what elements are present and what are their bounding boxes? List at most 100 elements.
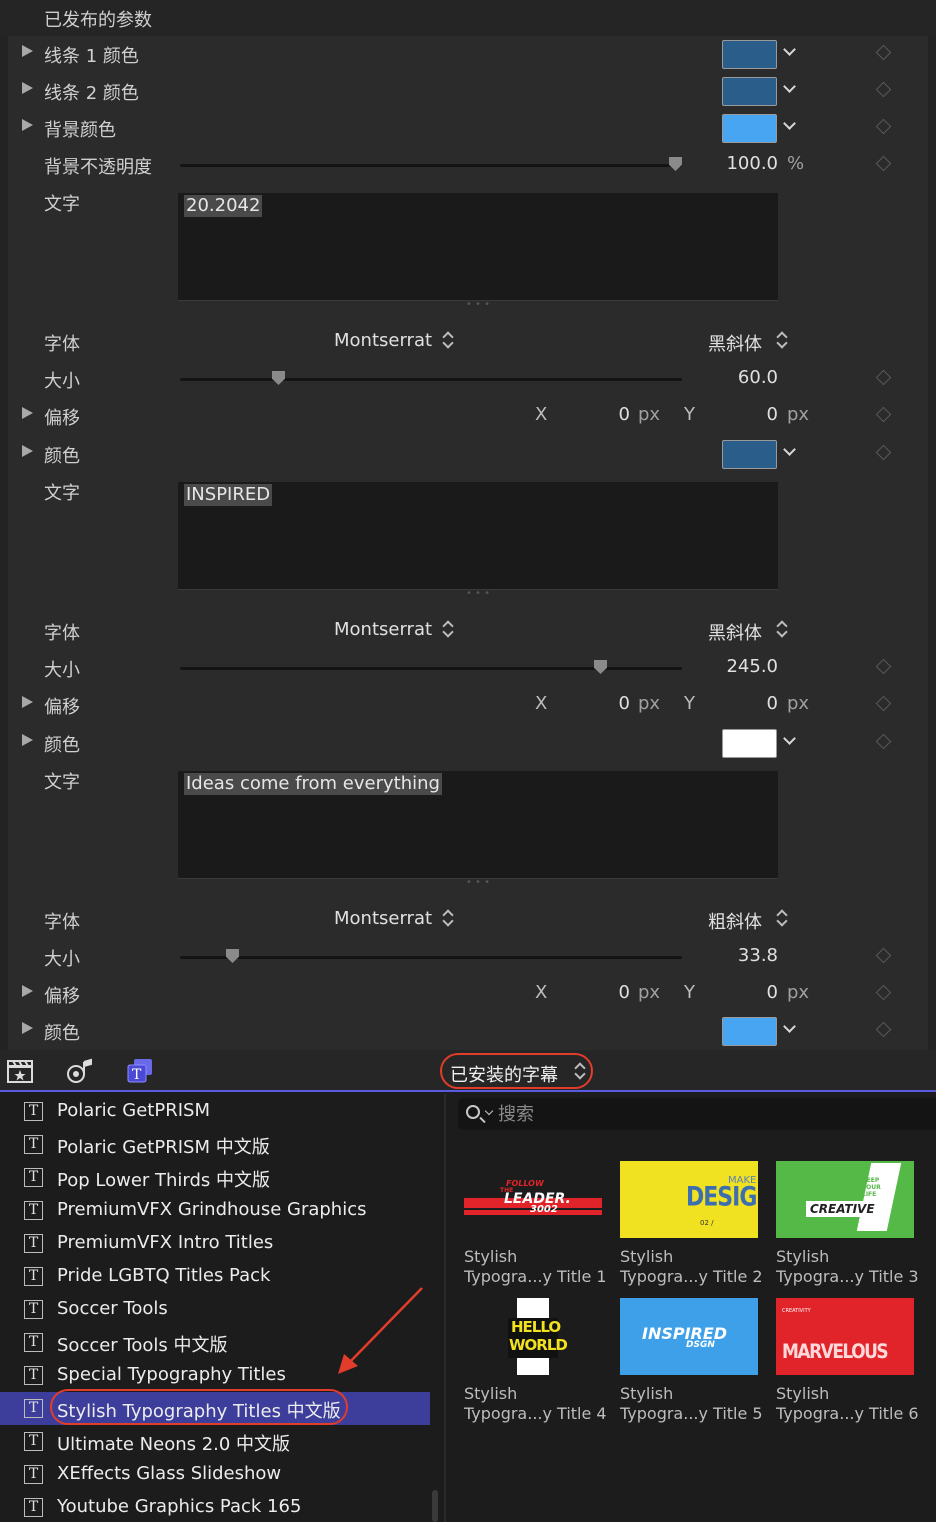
slider-thumb[interactable] [226,949,239,963]
disclosure-triangle-icon[interactable] [22,119,33,131]
clapper-icon[interactable] [6,1058,34,1084]
title-tile-6[interactable]: CREATIVITY MARVELOUS Stylish Typogra...y… [776,1298,919,1428]
color-swatch[interactable] [722,1017,777,1046]
font-style-popup[interactable]: 黑斜体 [708,619,762,645]
list-item[interactable]: T Polaric GetPRISM [0,1095,430,1128]
keyframe-diamond-icon[interactable] [875,406,892,423]
titles-icon[interactable]: T [126,1058,154,1084]
title-tile-2[interactable]: MAKE DESIGN 02 / Stylish Typogra...y Tit… [620,1161,763,1291]
chevron-down-icon[interactable] [783,1020,796,1033]
keyframe-diamond-icon[interactable] [875,369,892,386]
chevron-down-icon[interactable] [783,80,796,93]
disclosure-triangle-icon[interactable] [22,696,33,708]
y-value[interactable]: 0 [748,404,778,425]
x-value[interactable]: 0 [600,693,630,714]
keyframe-diamond-icon[interactable] [875,44,892,61]
keyframe-diamond-icon[interactable] [875,658,892,675]
music-icon[interactable] [66,1058,94,1084]
keyframe-diamond-icon[interactable] [875,1021,892,1038]
chevron-down-icon[interactable] [783,117,796,130]
disclosure-triangle-icon[interactable] [22,82,33,94]
text-input-area[interactable]: 20.2042 [178,193,778,301]
chevron-down-icon[interactable] [783,443,796,456]
updown-arrows-icon[interactable] [442,909,452,927]
keyframe-diamond-icon[interactable] [875,444,892,461]
search-input[interactable] [498,1101,898,1127]
chevron-down-icon[interactable] [783,732,796,745]
updown-arrows-icon[interactable] [776,620,786,638]
disclosure-triangle-icon[interactable] [22,734,33,746]
list-item[interactable]: T Polaric GetPRISM 中文版 [0,1128,430,1161]
search-icon[interactable] [466,1105,480,1119]
line1-color-swatch[interactable] [722,40,777,69]
y-value[interactable]: 0 [748,693,778,714]
line2-color-swatch[interactable] [722,77,777,106]
size-value[interactable]: 33.8 [700,945,778,966]
title-tile-5[interactable]: INSPIRED DSGN Stylish Typogra...y Title … [620,1298,763,1428]
title-icon: T [24,1366,43,1385]
keyframe-diamond-icon[interactable] [875,733,892,750]
list-item[interactable]: T Ultimate Neons 2.0 中文版 [0,1425,430,1458]
size-row: 大小 33.8 [0,939,936,976]
updown-arrows-icon[interactable] [776,909,786,927]
list-item[interactable]: T XEffects Glass Slideshow [0,1458,430,1491]
title-tile-4[interactable]: HELLO WORLD Stylish Typogra...y Title 4 [464,1298,607,1428]
font-family-popup[interactable]: Montserrat [334,619,432,640]
keyframe-diamond-icon[interactable] [875,984,892,1001]
resize-grip-icon[interactable]: • • • [458,878,498,888]
disclosure-triangle-icon[interactable] [22,407,33,419]
keyframe-diamond-icon[interactable] [875,81,892,98]
keyframe-diamond-icon[interactable] [875,947,892,964]
x-value[interactable]: 0 [600,982,630,1003]
font-style-popup[interactable]: 粗斜体 [708,908,762,934]
updown-arrows-icon[interactable] [442,620,452,638]
search-field[interactable] [458,1098,936,1130]
text-input-area[interactable]: Ideas come from everything [178,771,778,879]
keyframe-diamond-icon[interactable] [875,155,892,172]
color-swatch[interactable] [722,729,777,758]
y-value[interactable]: 0 [748,982,778,1003]
updown-arrows-icon[interactable] [776,331,786,349]
resize-grip-icon[interactable]: • • • [458,300,498,310]
bg-color-swatch[interactable] [722,114,777,143]
size-slider[interactable] [180,956,682,959]
slider-thumb[interactable] [594,660,607,674]
font-style-popup[interactable]: 黑斜体 [708,330,762,356]
color-swatch[interactable] [722,440,777,469]
updown-arrows-icon[interactable] [442,331,452,349]
keyframe-diamond-icon[interactable] [875,118,892,135]
text-input-area[interactable]: INSPIRED [178,482,778,590]
slider-thumb[interactable] [272,371,285,385]
list-item[interactable]: T PremiumVFX Intro Titles [0,1227,430,1260]
title-tile-1[interactable]: FOLLOW THE LEADER. 3002 Stylish Typogra.… [464,1161,607,1291]
font-family-popup[interactable]: Montserrat [334,908,432,929]
bg-opacity-value[interactable]: 100.0 [700,153,778,174]
resize-grip-icon[interactable]: • • • [458,589,498,599]
pane-divider[interactable] [444,1094,446,1522]
list-scrollbar[interactable] [432,1490,438,1522]
disclosure-triangle-icon[interactable] [22,1022,33,1034]
tile-label-line1: Stylish [776,1384,830,1403]
list-item[interactable]: T Pop Lower Thirds 中文版 [0,1161,430,1194]
installed-titles-popup[interactable]: 已安装的字幕 [440,1053,593,1089]
size-value[interactable]: 245.0 [700,656,778,677]
chevron-down-icon[interactable] [783,43,796,56]
chevron-down-icon[interactable] [484,1106,494,1116]
text-value[interactable]: INSPIRED [184,484,273,506]
disclosure-triangle-icon[interactable] [22,45,33,57]
slider-thumb[interactable] [669,157,682,171]
text-value[interactable]: Ideas come from everything [184,773,442,795]
list-item[interactable]: T PremiumVFX Grindhouse Graphics [0,1194,430,1227]
font-family-popup[interactable]: Montserrat [334,330,432,351]
size-value[interactable]: 60.0 [700,367,778,388]
list-item[interactable]: T Youtube Graphics Pack 165 [0,1491,430,1522]
line1-color-label: 线条 1 颜色 [44,46,139,67]
disclosure-triangle-icon[interactable] [22,985,33,997]
disclosure-triangle-icon[interactable] [22,445,33,457]
size-slider[interactable] [180,378,682,381]
keyframe-diamond-icon[interactable] [875,695,892,712]
title-tile-3[interactable]: CREATIVE KEEP YOUR LIFE Stylish Typogra.… [776,1161,919,1291]
bg-opacity-slider[interactable] [180,164,682,167]
x-value[interactable]: 0 [600,404,630,425]
text-value[interactable]: 20.2042 [184,195,263,217]
